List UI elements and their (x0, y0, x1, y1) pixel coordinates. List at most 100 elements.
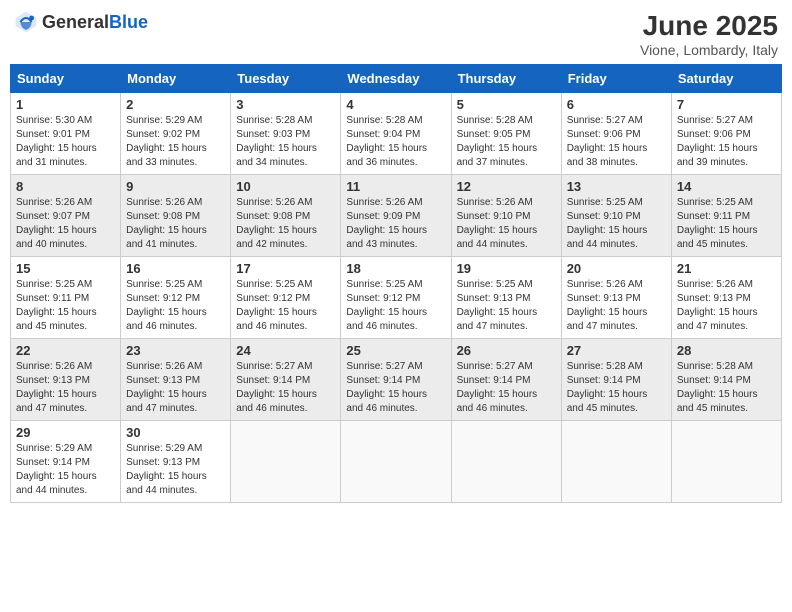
day-number: 30 (126, 425, 225, 440)
day-number: 7 (677, 97, 776, 112)
day-info: Sunrise: 5:28 AMSunset: 9:14 PMDaylight:… (567, 360, 666, 416)
table-row (231, 421, 341, 503)
table-row: 21 Sunrise: 5:26 AMSunset: 9:13 PMDaylig… (671, 257, 781, 339)
col-tuesday: Tuesday (231, 65, 341, 93)
col-friday: Friday (561, 65, 671, 93)
day-info: Sunrise: 5:27 AMSunset: 9:06 PMDaylight:… (677, 114, 776, 170)
calendar-row: 8 Sunrise: 5:26 AMSunset: 9:07 PMDayligh… (11, 175, 782, 257)
day-info: Sunrise: 5:25 AMSunset: 9:11 PMDaylight:… (677, 196, 776, 252)
day-number: 2 (126, 97, 225, 112)
calendar-table: Sunday Monday Tuesday Wednesday Thursday… (10, 64, 782, 503)
day-info: Sunrise: 5:26 AMSunset: 9:13 PMDaylight:… (126, 360, 225, 416)
day-number: 27 (567, 343, 666, 358)
table-row: 4 Sunrise: 5:28 AMSunset: 9:04 PMDayligh… (341, 93, 451, 175)
day-info: Sunrise: 5:26 AMSunset: 9:10 PMDaylight:… (457, 196, 556, 252)
header-row: Sunday Monday Tuesday Wednesday Thursday… (11, 65, 782, 93)
table-row: 29 Sunrise: 5:29 AMSunset: 9:14 PMDaylig… (11, 421, 121, 503)
day-info: Sunrise: 5:25 AMSunset: 9:10 PMDaylight:… (567, 196, 666, 252)
col-wednesday: Wednesday (341, 65, 451, 93)
day-number: 13 (567, 179, 666, 194)
day-info: Sunrise: 5:30 AMSunset: 9:01 PMDaylight:… (16, 114, 115, 170)
calendar-row: 1 Sunrise: 5:30 AMSunset: 9:01 PMDayligh… (11, 93, 782, 175)
table-row: 5 Sunrise: 5:28 AMSunset: 9:05 PMDayligh… (451, 93, 561, 175)
table-row: 9 Sunrise: 5:26 AMSunset: 9:08 PMDayligh… (121, 175, 231, 257)
table-row: 12 Sunrise: 5:26 AMSunset: 9:10 PMDaylig… (451, 175, 561, 257)
day-number: 8 (16, 179, 115, 194)
day-number: 21 (677, 261, 776, 276)
day-info: Sunrise: 5:25 AMSunset: 9:11 PMDaylight:… (16, 278, 115, 334)
day-info: Sunrise: 5:27 AMSunset: 9:14 PMDaylight:… (457, 360, 556, 416)
table-row: 3 Sunrise: 5:28 AMSunset: 9:03 PMDayligh… (231, 93, 341, 175)
day-number: 29 (16, 425, 115, 440)
table-row: 15 Sunrise: 5:25 AMSunset: 9:11 PMDaylig… (11, 257, 121, 339)
calendar-row: 15 Sunrise: 5:25 AMSunset: 9:11 PMDaylig… (11, 257, 782, 339)
page-container: GeneralBlue June 2025 Vione, Lombardy, I… (10, 10, 782, 503)
month-year-title: June 2025 (640, 10, 778, 42)
day-number: 6 (567, 97, 666, 112)
day-number: 12 (457, 179, 556, 194)
day-number: 10 (236, 179, 335, 194)
day-number: 11 (346, 179, 445, 194)
logo-icon (14, 10, 38, 34)
day-number: 15 (16, 261, 115, 276)
day-info: Sunrise: 5:26 AMSunset: 9:09 PMDaylight:… (346, 196, 445, 252)
title-area: June 2025 Vione, Lombardy, Italy (640, 10, 778, 58)
day-info: Sunrise: 5:27 AMSunset: 9:14 PMDaylight:… (236, 360, 335, 416)
table-row: 14 Sunrise: 5:25 AMSunset: 9:11 PMDaylig… (671, 175, 781, 257)
logo: GeneralBlue (14, 10, 148, 34)
day-info: Sunrise: 5:29 AMSunset: 9:02 PMDaylight:… (126, 114, 225, 170)
day-info: Sunrise: 5:26 AMSunset: 9:08 PMDaylight:… (236, 196, 335, 252)
table-row: 13 Sunrise: 5:25 AMSunset: 9:10 PMDaylig… (561, 175, 671, 257)
day-number: 20 (567, 261, 666, 276)
day-info: Sunrise: 5:28 AMSunset: 9:03 PMDaylight:… (236, 114, 335, 170)
day-info: Sunrise: 5:29 AMSunset: 9:14 PMDaylight:… (16, 442, 115, 498)
table-row: 30 Sunrise: 5:29 AMSunset: 9:13 PMDaylig… (121, 421, 231, 503)
day-number: 9 (126, 179, 225, 194)
table-row: 25 Sunrise: 5:27 AMSunset: 9:14 PMDaylig… (341, 339, 451, 421)
col-saturday: Saturday (671, 65, 781, 93)
day-number: 19 (457, 261, 556, 276)
day-number: 14 (677, 179, 776, 194)
table-row: 22 Sunrise: 5:26 AMSunset: 9:13 PMDaylig… (11, 339, 121, 421)
table-row: 23 Sunrise: 5:26 AMSunset: 9:13 PMDaylig… (121, 339, 231, 421)
table-row: 26 Sunrise: 5:27 AMSunset: 9:14 PMDaylig… (451, 339, 561, 421)
day-info: Sunrise: 5:25 AMSunset: 9:13 PMDaylight:… (457, 278, 556, 334)
day-number: 23 (126, 343, 225, 358)
day-info: Sunrise: 5:28 AMSunset: 9:04 PMDaylight:… (346, 114, 445, 170)
day-info: Sunrise: 5:28 AMSunset: 9:05 PMDaylight:… (457, 114, 556, 170)
day-info: Sunrise: 5:25 AMSunset: 9:12 PMDaylight:… (126, 278, 225, 334)
col-sunday: Sunday (11, 65, 121, 93)
day-number: 24 (236, 343, 335, 358)
table-row (671, 421, 781, 503)
day-number: 18 (346, 261, 445, 276)
table-row: 7 Sunrise: 5:27 AMSunset: 9:06 PMDayligh… (671, 93, 781, 175)
day-number: 4 (346, 97, 445, 112)
day-info: Sunrise: 5:28 AMSunset: 9:14 PMDaylight:… (677, 360, 776, 416)
table-row: 24 Sunrise: 5:27 AMSunset: 9:14 PMDaylig… (231, 339, 341, 421)
table-row: 19 Sunrise: 5:25 AMSunset: 9:13 PMDaylig… (451, 257, 561, 339)
col-thursday: Thursday (451, 65, 561, 93)
table-row: 2 Sunrise: 5:29 AMSunset: 9:02 PMDayligh… (121, 93, 231, 175)
calendar-row: 22 Sunrise: 5:26 AMSunset: 9:13 PMDaylig… (11, 339, 782, 421)
table-row (451, 421, 561, 503)
day-info: Sunrise: 5:29 AMSunset: 9:13 PMDaylight:… (126, 442, 225, 498)
day-info: Sunrise: 5:27 AMSunset: 9:06 PMDaylight:… (567, 114, 666, 170)
location-subtitle: Vione, Lombardy, Italy (640, 42, 778, 58)
day-number: 17 (236, 261, 335, 276)
day-info: Sunrise: 5:26 AMSunset: 9:08 PMDaylight:… (126, 196, 225, 252)
table-row: 11 Sunrise: 5:26 AMSunset: 9:09 PMDaylig… (341, 175, 451, 257)
logo-general-text: GeneralBlue (42, 12, 148, 33)
day-number: 26 (457, 343, 556, 358)
day-number: 1 (16, 97, 115, 112)
table-row (561, 421, 671, 503)
table-row: 8 Sunrise: 5:26 AMSunset: 9:07 PMDayligh… (11, 175, 121, 257)
day-info: Sunrise: 5:26 AMSunset: 9:13 PMDaylight:… (567, 278, 666, 334)
day-info: Sunrise: 5:25 AMSunset: 9:12 PMDaylight:… (346, 278, 445, 334)
table-row: 16 Sunrise: 5:25 AMSunset: 9:12 PMDaylig… (121, 257, 231, 339)
day-info: Sunrise: 5:26 AMSunset: 9:07 PMDaylight:… (16, 196, 115, 252)
day-number: 25 (346, 343, 445, 358)
day-number: 28 (677, 343, 776, 358)
day-number: 5 (457, 97, 556, 112)
day-info: Sunrise: 5:25 AMSunset: 9:12 PMDaylight:… (236, 278, 335, 334)
calendar-row: 29 Sunrise: 5:29 AMSunset: 9:14 PMDaylig… (11, 421, 782, 503)
